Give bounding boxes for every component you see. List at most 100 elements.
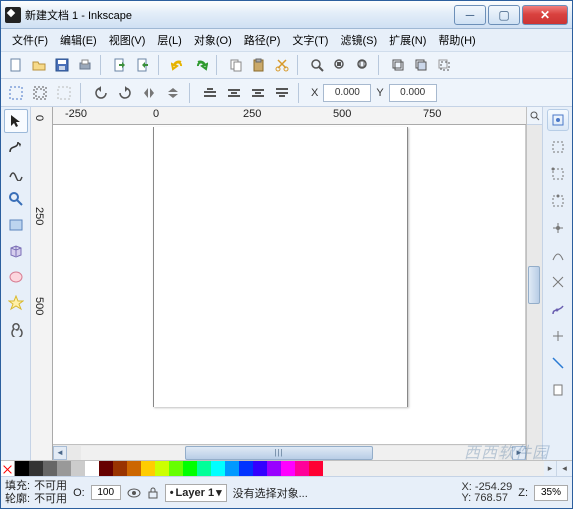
snap-guide-icon[interactable] [547, 352, 569, 374]
color-swatch[interactable] [295, 461, 309, 476]
opacity-input[interactable] [91, 485, 121, 500]
save-button[interactable] [51, 54, 73, 76]
clone-button[interactable] [410, 54, 432, 76]
rotate-ccw-button[interactable] [90, 82, 112, 104]
snap-bbox-edge-icon[interactable] [547, 190, 569, 212]
new-button[interactable] [5, 54, 27, 76]
select-all-layers-button[interactable] [29, 82, 51, 104]
maximize-button[interactable]: ▢ [488, 5, 520, 25]
menu-ext[interactable]: 扩展(N) [384, 30, 431, 50]
undo-button[interactable] [167, 54, 189, 76]
export-button[interactable] [132, 54, 154, 76]
color-swatch[interactable] [141, 461, 155, 476]
color-swatch[interactable] [57, 461, 71, 476]
color-swatch[interactable] [155, 461, 169, 476]
color-swatch[interactable] [85, 461, 99, 476]
color-swatch[interactable] [99, 461, 113, 476]
select-all-button[interactable] [5, 82, 27, 104]
color-swatch[interactable] [309, 461, 323, 476]
scroll-left-button[interactable]: ◄ [53, 446, 67, 460]
no-fill-swatch[interactable] [1, 461, 15, 476]
y-input[interactable] [389, 84, 437, 102]
raise-button[interactable] [223, 82, 245, 104]
menu-text[interactable]: 文字(T) [287, 30, 333, 50]
zoom-corner-icon[interactable] [529, 110, 541, 122]
spiral-tool[interactable] [4, 317, 28, 341]
menu-file[interactable]: 文件(F) [7, 30, 53, 50]
color-swatch[interactable] [113, 461, 127, 476]
snap-bbox-corner-icon[interactable] [547, 163, 569, 185]
snap-intersection-icon[interactable] [547, 271, 569, 293]
color-swatch[interactable] [281, 461, 295, 476]
lower-button[interactable] [247, 82, 269, 104]
color-swatch[interactable] [169, 461, 183, 476]
snap-path-icon[interactable] [547, 244, 569, 266]
color-swatch[interactable] [225, 461, 239, 476]
vertical-ruler[interactable]: 0 250 500 [31, 107, 53, 460]
palette-menu-icon[interactable]: ◂ [556, 461, 572, 476]
close-button[interactable]: ✕ [522, 5, 568, 25]
menu-filter[interactable]: 滤镜(S) [335, 30, 382, 50]
snap-bbox-icon[interactable] [547, 136, 569, 158]
menu-layer[interactable]: 层(L) [152, 30, 186, 50]
color-swatch[interactable] [253, 461, 267, 476]
scroll-right-button[interactable]: ► [512, 446, 526, 460]
ellipse-tool[interactable] [4, 265, 28, 289]
color-swatch[interactable] [211, 461, 225, 476]
color-swatch[interactable] [183, 461, 197, 476]
titlebar[interactable]: 新建文档 1 - Inkscape ─ ▢ ✕ [1, 1, 572, 29]
duplicate-button[interactable] [387, 54, 409, 76]
snap-grid-icon[interactable] [547, 325, 569, 347]
zoom-page-button[interactable] [352, 54, 374, 76]
node-tool[interactable] [4, 135, 28, 159]
palette-scroll-icon[interactable]: ▸ [544, 461, 556, 476]
rotate-cw-button[interactable] [114, 82, 136, 104]
layer-lock-icon[interactable] [147, 487, 159, 499]
hscroll-thumb[interactable]: ||| [185, 446, 373, 460]
layer-selector[interactable]: • Layer 1 ▾ [165, 484, 227, 502]
snap-center-icon[interactable] [547, 298, 569, 320]
zoom-tool[interactable] [4, 187, 28, 211]
copy-button[interactable] [225, 54, 247, 76]
snap-node-icon[interactable] [547, 217, 569, 239]
color-swatch[interactable] [267, 461, 281, 476]
raise-top-button[interactable] [199, 82, 221, 104]
color-swatch[interactable] [127, 461, 141, 476]
import-button[interactable] [109, 54, 131, 76]
color-swatch[interactable] [71, 461, 85, 476]
vscroll-thumb[interactable] [528, 266, 540, 304]
selector-tool[interactable] [4, 109, 28, 133]
open-button[interactable] [28, 54, 50, 76]
zoom-input[interactable] [534, 485, 568, 501]
flip-v-button[interactable] [162, 82, 184, 104]
redo-button[interactable] [190, 54, 212, 76]
menu-view[interactable]: 视图(V) [104, 30, 151, 50]
rect-tool[interactable] [4, 213, 28, 237]
color-swatch[interactable] [29, 461, 43, 476]
x-input[interactable] [323, 84, 371, 102]
color-swatch[interactable] [197, 461, 211, 476]
color-swatch[interactable] [239, 461, 253, 476]
zoom-fit-button[interactable] [306, 54, 328, 76]
star-tool[interactable] [4, 291, 28, 315]
menu-help[interactable]: 帮助(H) [433, 30, 480, 50]
horizontal-ruler[interactable]: -250 0 250 500 750 [53, 107, 526, 125]
unlink-clone-button[interactable] [433, 54, 455, 76]
color-swatch[interactable] [15, 461, 29, 476]
3dbox-tool[interactable] [4, 239, 28, 263]
print-button[interactable] [74, 54, 96, 76]
flip-h-button[interactable] [138, 82, 160, 104]
menu-path[interactable]: 路径(P) [239, 30, 286, 50]
layer-visibility-icon[interactable] [127, 487, 141, 499]
snap-page-icon[interactable] [547, 379, 569, 401]
vertical-scrollbar[interactable] [526, 107, 542, 460]
minimize-button[interactable]: ─ [454, 5, 486, 25]
snap-toggle-button[interactable] [547, 109, 569, 131]
menu-object[interactable]: 对象(O) [189, 30, 237, 50]
horizontal-scrollbar[interactable]: ◄ ||| ► [53, 444, 526, 460]
color-swatch[interactable] [43, 461, 57, 476]
menu-edit[interactable]: 编辑(E) [55, 30, 102, 50]
paste-button[interactable] [248, 54, 270, 76]
zoom-drawing-button[interactable] [329, 54, 351, 76]
tweak-tool[interactable] [4, 161, 28, 185]
